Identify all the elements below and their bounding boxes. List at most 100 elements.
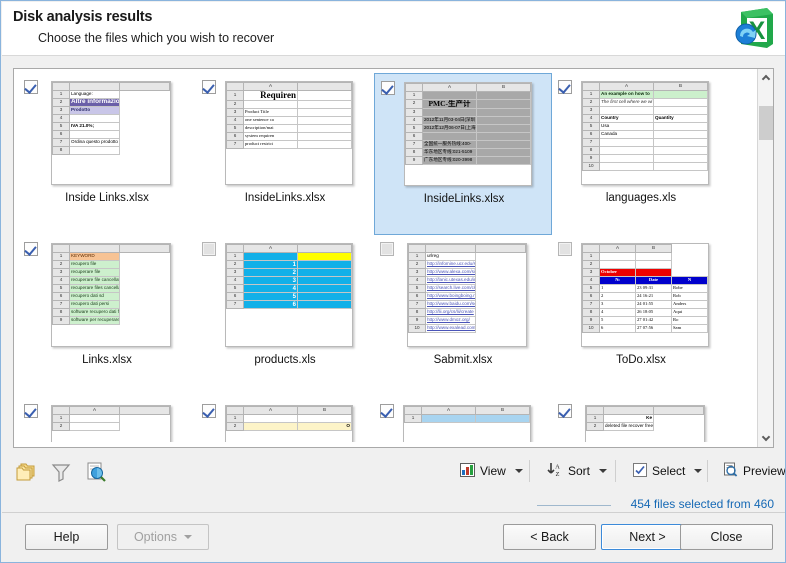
sheet-cell [297, 300, 352, 309]
sheet-row: 6 Canada [582, 130, 708, 139]
close-button[interactable]: Close [680, 524, 773, 550]
file-preview-thumbnail[interactable]: 1 Ke 2 deleted file recover free [585, 405, 705, 442]
file-thumbnail-item[interactable]: 1 urlreg 2 http://infomine.ucr.edu/s 3 http:/… [374, 235, 552, 397]
sheet-row-header: 3 [582, 268, 600, 277]
file-checkbox[interactable] [558, 80, 572, 94]
file-preview-thumbnail[interactable]: A B 1 An example on how to 2 The first cell w… [581, 81, 709, 185]
file-preview-thumbnail[interactable]: AB12O [225, 405, 353, 442]
file-preview-thumbnail[interactable]: A12 [51, 405, 171, 442]
file-checkbox[interactable] [558, 404, 572, 418]
sheet-cell: http://www.dmoz.org/ [425, 316, 476, 325]
sheet-cell [297, 276, 352, 285]
sheet-cell [421, 414, 476, 423]
file-preview-thumbnail[interactable]: 1Language:2Altre informazioni3Prodotto45… [51, 81, 171, 185]
file-name-label: ToDo.xlsx [616, 354, 666, 366]
sheet-cell: deleted file recover free [603, 422, 654, 431]
sheet-column-header [119, 82, 170, 91]
sheet-row-header: 8 [52, 146, 70, 155]
svg-text:A: A [555, 464, 560, 471]
file-preview-thumbnail[interactable]: A1213243546576 [225, 243, 353, 347]
scroll-down-icon[interactable] [758, 430, 773, 447]
preview-label: Preview [743, 464, 786, 478]
file-name-label: Sabmit.xlsx [433, 354, 493, 366]
file-checkbox[interactable] [24, 80, 38, 94]
file-thumbnail-item[interactable]: AB1 [374, 397, 552, 442]
sheet-cell: urlreg [425, 252, 476, 261]
vertical-scrollbar[interactable] [757, 69, 773, 447]
file-thumbnail-item[interactable]: 1 Ke 2 deleted file recover free [552, 397, 730, 442]
sheet-preview: A B 1 2 PMC-生产计 3 4 2012年11月03-04日(深圳 5 2012年12月0… [405, 83, 531, 165]
file-checkbox[interactable] [202, 242, 216, 256]
file-checkbox[interactable] [380, 404, 394, 418]
select-button[interactable]: Select [626, 458, 709, 484]
sheet-row-header: 7 [405, 139, 423, 149]
file-checkbox[interactable] [24, 404, 38, 418]
sheet-row: 32 [226, 268, 352, 277]
sheet-column-header [475, 244, 526, 253]
sort-button[interactable]: A Z Sort [540, 458, 614, 484]
file-thumbnail-item[interactable]: A B 1 2 3 October 4 № Date N 5 1 23 09:31 Robe 6 2 24 16… [552, 235, 730, 397]
chevron-down-icon[interactable] [694, 469, 703, 473]
sheet-cell [635, 260, 672, 269]
sheet-cell: Requiren [243, 90, 298, 101]
sheet-cell: Altre informazioni [69, 98, 120, 107]
sheet-row-header: 6 [226, 292, 244, 301]
scrollbar-thumb[interactable] [759, 106, 773, 140]
sheet-cell [69, 422, 120, 431]
sheet-column-header: B [653, 82, 708, 91]
file-thumbnail-item[interactable]: A12 [18, 397, 196, 442]
sheet-cell: http://www.exalead.com [425, 324, 476, 333]
file-thumbnail-item[interactable]: A 1 2 1 3 2 4 3 5 4 6 5 7 6 products.xls [196, 235, 374, 397]
options-button[interactable]: Options [117, 524, 209, 550]
file-checkbox[interactable] [380, 242, 394, 256]
file-checkbox[interactable] [202, 80, 216, 94]
file-thumbnail-item[interactable]: AB12O [196, 397, 374, 442]
file-preview-thumbnail[interactable]: 1 KEYWORD 2 recupero file 3 recuperare file 4 r… [51, 243, 171, 347]
file-preview-thumbnail[interactable]: A 1 Requiren 2 3 Product Title 4 one sentence c… [225, 81, 353, 185]
file-checkbox[interactable] [24, 242, 38, 256]
sheet-row: 6 [405, 131, 531, 141]
sheet-cell: Quantity [653, 114, 708, 123]
file-checkbox[interactable] [381, 81, 395, 95]
sheet-row-header: 1 [582, 90, 600, 99]
file-checkbox[interactable] [202, 404, 216, 418]
chevron-down-icon[interactable] [599, 469, 608, 473]
sheet-row: 5 http://search.live.com/ck [408, 284, 526, 293]
sheet-cell: Anders [671, 300, 708, 309]
file-thumbnail-item[interactable]: A B 1 2 PMC-生产计 3 4 2012年11月03-04日(深圳 5 2012年12月0… [374, 73, 552, 235]
file-preview-thumbnail[interactable]: A B 1 2 PMC-生产计 3 4 2012年11月03-04日(深圳 5 2012年12月0… [404, 82, 532, 186]
file-thumbnail-item[interactable]: A 1 Requiren 2 3 Product Title 4 one sentence c… [196, 73, 374, 235]
sheet-cell [476, 91, 531, 100]
sheet-row-header: 1 [52, 414, 70, 423]
chevron-down-icon[interactable] [514, 469, 523, 473]
sheet-header-row: AB [582, 82, 708, 91]
sheet-cell: Prodotto [69, 106, 120, 115]
sheet-cell [653, 146, 708, 155]
sheet-cell: 26 18:05 [635, 308, 672, 317]
sheet-cell [476, 107, 531, 117]
filter-icon[interactable] [48, 459, 74, 485]
sheet-row: 54 [226, 284, 352, 293]
view-button[interactable]: View [453, 458, 530, 484]
folders-icon[interactable] [13, 459, 39, 485]
preview-button[interactable]: Preview [716, 458, 786, 484]
sheet-corner [404, 406, 422, 415]
file-preview-thumbnail[interactable]: 1 urlreg 2 http://infomine.ucr.edu/s 3 http:/… [407, 243, 527, 347]
file-thumbnail-item[interactable]: 1Language:2Altre informazioni3Prodotto45… [18, 73, 196, 235]
help-button[interactable]: Help [25, 524, 108, 550]
sheet-cell: http://search.live.com/ck [425, 284, 476, 293]
sheet-row: 6 recupero dati sd [52, 292, 170, 301]
sheet-cell: PMC-生产计 [422, 99, 477, 109]
file-thumbnail-list[interactable]: 1Language:2Altre informazioni3Prodotto45… [13, 68, 774, 448]
file-preview-thumbnail[interactable]: AB1 [403, 405, 531, 442]
find-icon[interactable] [83, 459, 109, 485]
file-thumbnail-item[interactable]: 1 KEYWORD 2 recupero file 3 recuperare file 4 r… [18, 235, 196, 397]
sheet-row: 8 [582, 146, 708, 155]
file-thumbnail-item[interactable]: A B 1 An example on how to 2 The first cell w… [552, 73, 730, 235]
file-name-label: Links.xlsx [82, 354, 132, 366]
back-button[interactable]: < Back [503, 524, 596, 550]
sheet-column-header: B [475, 406, 530, 415]
file-preview-thumbnail[interactable]: A B 1 2 3 October 4 № Date N 5 1 23 09:31 Robe 6 2 24 16… [581, 243, 709, 347]
file-checkbox[interactable] [558, 242, 572, 256]
scroll-up-icon[interactable] [758, 69, 773, 86]
